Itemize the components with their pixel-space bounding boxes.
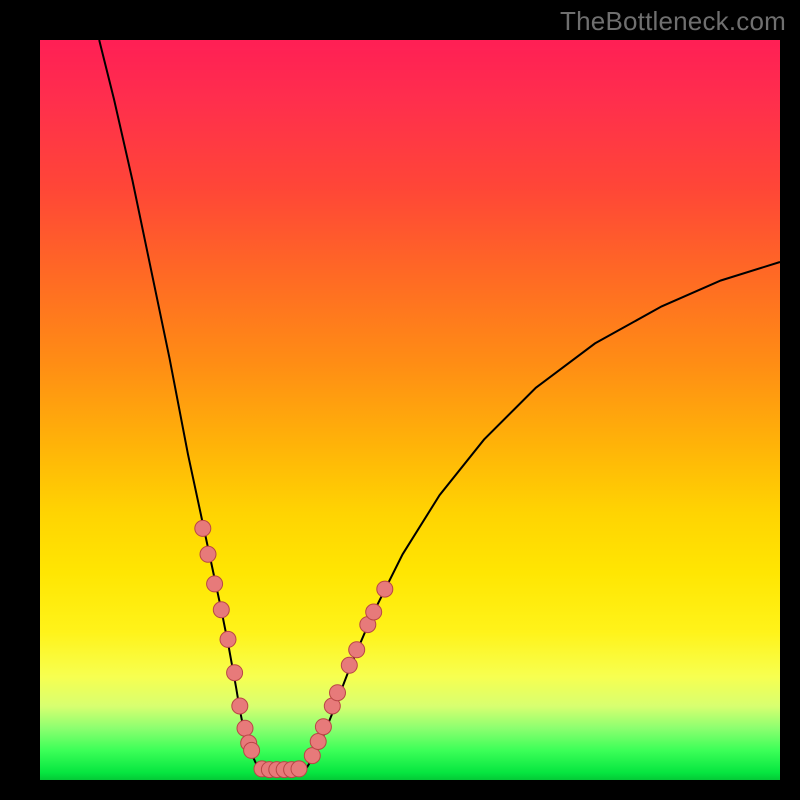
dot xyxy=(330,685,346,701)
curve-right xyxy=(306,262,780,768)
scatter-dots xyxy=(195,520,393,777)
curve-layer xyxy=(40,40,780,780)
dot xyxy=(377,581,393,597)
watermark-text: TheBottleneck.com xyxy=(560,6,786,37)
dot xyxy=(232,698,248,714)
dot xyxy=(304,748,320,764)
plot-area xyxy=(40,40,780,780)
dot xyxy=(310,734,326,750)
curve-left xyxy=(99,40,262,769)
dot xyxy=(200,546,216,562)
dot xyxy=(220,631,236,647)
dot xyxy=(291,761,307,777)
dot xyxy=(244,742,260,758)
dot xyxy=(195,520,211,536)
dot xyxy=(237,720,253,736)
dot xyxy=(341,657,357,673)
chart-frame: TheBottleneck.com xyxy=(0,0,800,800)
dot xyxy=(349,642,365,658)
dot xyxy=(207,576,223,592)
dot xyxy=(366,604,382,620)
dot xyxy=(213,602,229,618)
dot xyxy=(227,665,243,681)
dot xyxy=(315,719,331,735)
